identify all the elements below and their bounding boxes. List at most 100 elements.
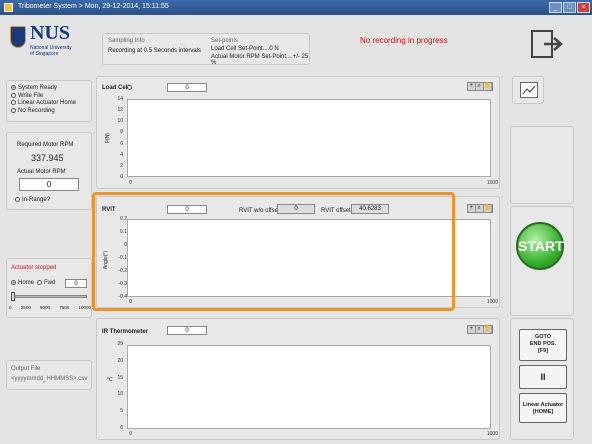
actual-rpm-field: 0 xyxy=(19,178,79,191)
minimize-button[interactable]: _ xyxy=(549,2,562,13)
scale-tick: 0 xyxy=(9,305,12,310)
xtick: 0 xyxy=(129,431,132,437)
status-led-icon xyxy=(11,100,16,106)
ir-ylabel: °C xyxy=(107,377,113,383)
radio-icon xyxy=(11,280,16,285)
scale-tick: 10000 xyxy=(78,305,91,310)
ytick: 5 xyxy=(120,408,123,415)
scale-tick: 2500 xyxy=(20,305,31,310)
start-button[interactable]: START xyxy=(516,222,564,270)
in-range-led-icon xyxy=(15,197,20,202)
nus-logo: NUS National University of Singapore xyxy=(8,20,78,68)
loadcell-ylabel: F(N) xyxy=(105,133,111,143)
required-rpm-value: 337.945 xyxy=(31,153,64,163)
output-file-panel: Output File <yyyymmdd_HHMMSS>.csv xyxy=(6,360,92,390)
motor-panel: Required Motor RPM 337.945 Actual Motor … xyxy=(6,132,92,210)
app-window: Tribometer System > Mon, 29-12-2014, 15:… xyxy=(0,0,592,444)
scale-tick: 7500 xyxy=(59,305,70,310)
goto-end-button[interactable]: GOTO END POS. [F9] xyxy=(519,329,567,361)
logo-sub2: of Singapore xyxy=(30,51,59,57)
ytick: 15 xyxy=(117,374,123,381)
loadcell-led-icon xyxy=(127,85,132,90)
actuator-home-button[interactable]: Linear Actuator [HOME] xyxy=(519,393,567,423)
status-label: Write File xyxy=(18,92,44,99)
output-file-value: <yyyymmdd_HHMMSS>.csv xyxy=(11,376,88,382)
ytick: 8 xyxy=(120,129,123,136)
ir-yaxis: 25 20 15 10 5 0 xyxy=(113,341,125,431)
close-button[interactable]: × xyxy=(577,2,590,13)
goto-label-3: [F9] xyxy=(537,348,549,354)
status-item: No Recording xyxy=(11,107,76,116)
crest-icon xyxy=(10,26,26,48)
graph-toolbar[interactable]: + ⌕ ✋ xyxy=(467,325,493,334)
status-led-icon xyxy=(11,107,16,113)
slider-thumb[interactable] xyxy=(11,292,15,301)
home-label-2: [HOME] xyxy=(532,409,554,415)
actuator-panel: Actuator stopped Home Fwd 0 0 2500 5000 … xyxy=(6,258,92,318)
setpoints-title: Set-points xyxy=(211,38,239,44)
ytick: 10 xyxy=(117,118,123,125)
fwd-radio[interactable]: Fwd xyxy=(37,280,55,286)
goto-label-2: END POS. xyxy=(529,341,557,347)
app-icon xyxy=(4,3,13,12)
ir-plot xyxy=(127,345,491,429)
maximize-button[interactable]: □ xyxy=(563,2,576,13)
title-bar: Tribometer System > Mon, 29-12-2014, 15:… xyxy=(0,0,592,15)
actuator-value-field[interactable]: 0 xyxy=(65,279,87,288)
ytick: 4 xyxy=(120,151,123,158)
rvit-highlight-box xyxy=(92,192,455,311)
ir-panel: IR Thermometer 0 + ⌕ ✋ °C 25 20 15 10 5 0 … xyxy=(96,318,500,440)
loadcell-label: Load Cell xyxy=(102,85,130,91)
loadcell-value-field: 0 xyxy=(167,83,207,92)
status-item: Write File xyxy=(11,92,76,101)
info-panel: Sampling Info Recording at 0.5 Seconds i… xyxy=(102,33,310,66)
ir-label: IR Thermometer xyxy=(102,329,149,335)
xtick: 1000 xyxy=(486,299,498,305)
xtick: 0 xyxy=(129,180,132,186)
status-led-icon xyxy=(11,85,16,90)
loadcell-plot xyxy=(127,99,491,177)
actual-rpm-label: Actual Motor RPM xyxy=(17,169,66,175)
home-label-1: Linear Actuator xyxy=(522,402,564,408)
actuator-status: Actuator stopped xyxy=(11,265,57,271)
xtick: 1000 xyxy=(486,180,498,186)
loadcell-yaxis: 14 12 10 8 6 4 2 0 xyxy=(113,96,125,180)
status-label: No Recording xyxy=(18,107,55,114)
actuator-slider[interactable] xyxy=(11,295,87,298)
logo-text: NUS xyxy=(30,22,71,44)
status-label: System Ready xyxy=(18,85,58,92)
control-buttons-panel: GOTO END POS. [F9] II Linear Actuator [H… xyxy=(510,318,574,440)
chart-button-panel xyxy=(512,76,544,104)
scale-tick: 5000 xyxy=(39,305,50,310)
setpoint-loadcell: Load Cell Set-Point....0 N xyxy=(211,46,279,52)
slider-scale: 0 2500 5000 7500 10000 xyxy=(9,305,91,310)
status-led-icon xyxy=(11,92,16,98)
goto-label-1: GOTO xyxy=(534,334,552,340)
pause-icon: II xyxy=(540,372,546,382)
setpoint-motor: Actual Motor RPM Set-Point....+/- 25 % xyxy=(211,54,309,66)
chart-icon[interactable] xyxy=(520,82,538,98)
exit-icon[interactable] xyxy=(528,28,568,60)
xtick: 1000 xyxy=(486,431,498,437)
home-radio[interactable]: Home xyxy=(11,280,34,286)
start-label: START xyxy=(518,238,564,254)
status-panel: System Ready Write File Linear Actuator … xyxy=(6,80,92,122)
graph-toolbar[interactable]: + ⌕ ✋ xyxy=(467,82,493,91)
sampling-title: Sampling Info xyxy=(108,38,145,44)
status-label: Linear Actuator Home xyxy=(18,100,77,107)
required-rpm-label: Required Motor RPM xyxy=(17,142,74,148)
loadcell-panel: Load Cell 0 + ⌕ ✋ F(N) 14 12 10 8 6 4 2 0 … xyxy=(96,76,500,189)
in-range-indicator: In-Range? xyxy=(15,197,50,203)
ir-value-field: 0 xyxy=(167,326,207,335)
right-spacer-panel xyxy=(510,126,574,204)
pause-button[interactable]: II xyxy=(519,365,567,389)
radio-icon xyxy=(37,280,42,285)
status-item: System Ready xyxy=(11,85,76,93)
graph-toolbar[interactable]: + ⌕ ✋ xyxy=(467,204,493,213)
ytick: 2 xyxy=(120,162,123,169)
ytick: 10 xyxy=(117,391,123,398)
window-title: Tribometer System > Mon, 29-12-2014, 15:… xyxy=(18,3,169,10)
output-file-label: Output File xyxy=(11,366,41,372)
sampling-text: Recording at 0.5 Seconds intervals xyxy=(108,48,202,54)
ytick: 25 xyxy=(117,341,123,347)
